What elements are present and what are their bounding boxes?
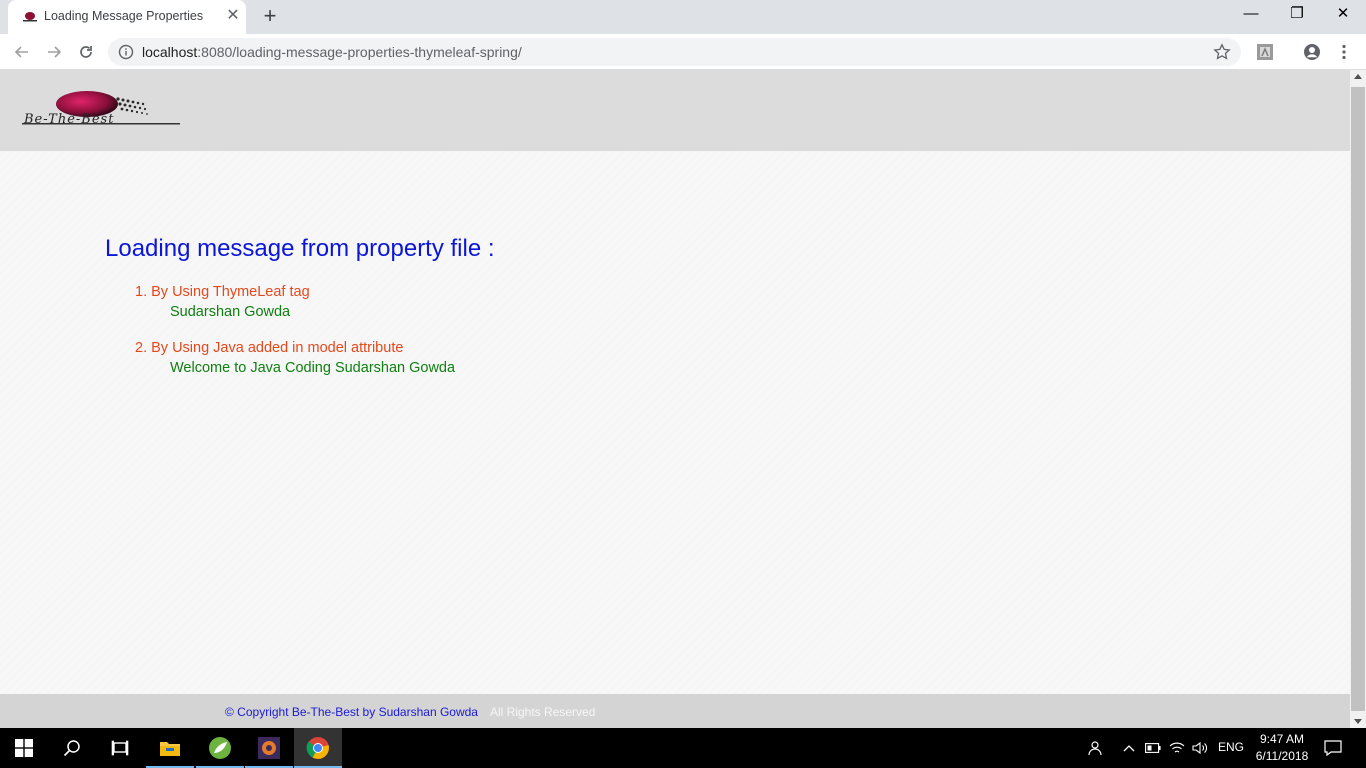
main-content: Loading message from property file : 1. …	[105, 233, 905, 394]
menu-dots-icon	[1342, 44, 1346, 60]
message-list: 1. By Using ThymeLeaf tag Sudarshan Gowd…	[135, 282, 905, 379]
tab-close-icon[interactable]: ✕	[224, 7, 242, 25]
volume-button[interactable]	[1190, 738, 1210, 758]
info-icon[interactable]	[118, 44, 134, 60]
network-button[interactable]	[1167, 738, 1187, 758]
windows-taskbar: ENG 9:47 AM 6/11/2018	[0, 728, 1366, 768]
item-value: Welcome to Java Coding Sudarshan Gowda	[170, 360, 456, 376]
extension-button[interactable]	[1255, 42, 1275, 62]
battery-icon	[1145, 743, 1161, 753]
windows-start-icon	[15, 739, 33, 757]
back-button[interactable]	[8, 38, 36, 66]
tab-title: Loading Message Properties	[44, 9, 204, 23]
file-explorer-icon	[160, 742, 180, 756]
taskbar-spring-tool[interactable]	[196, 728, 244, 768]
rights-text: All Rights Reserved	[490, 705, 596, 719]
chevron-up-icon	[1123, 745, 1135, 752]
address-bar[interactable]: localhost:8080/loading-message-propertie…	[108, 38, 1241, 66]
taskbar-file-explorer[interactable]	[146, 728, 194, 768]
scroll-down-arrow-icon[interactable]	[1354, 719, 1362, 724]
start-button[interactable]	[0, 728, 48, 768]
system-clock[interactable]: 9:47 AM 6/11/2018	[1250, 731, 1314, 765]
wifi-icon	[1169, 742, 1185, 753]
notification-icon	[1324, 740, 1342, 756]
clock-date: 6/11/2018	[1255, 749, 1309, 763]
url-host: localhost	[142, 44, 198, 60]
clock-time: 9:47 AM	[1259, 732, 1305, 746]
scroll-thumb[interactable]	[1351, 87, 1365, 711]
list-item: 1. By Using ThymeLeaf tag Sudarshan Gowd…	[135, 282, 905, 323]
logo-text: Be-The-Best	[24, 112, 115, 127]
account-button[interactable]	[1302, 42, 1322, 62]
menu-button[interactable]	[1334, 42, 1354, 62]
star-icon[interactable]	[1213, 43, 1231, 61]
show-hidden-icons-button[interactable]	[1119, 738, 1139, 758]
forward-arrow-icon	[48, 46, 62, 58]
extension-icon	[1257, 44, 1273, 60]
url-text[interactable]: localhost:8080/loading-message-propertie…	[142, 44, 522, 60]
list-item: 2. By Using Java added in model attribut…	[135, 338, 905, 379]
reload-button[interactable]	[72, 38, 100, 66]
people-icon	[1088, 741, 1102, 756]
browser-toolbar: localhost:8080/loading-message-propertie…	[0, 34, 1366, 70]
site-logo[interactable]: Be-The-Best	[22, 90, 184, 130]
item-value: Sudarshan Gowda	[170, 304, 291, 320]
app-icon	[258, 737, 280, 759]
minimize-button[interactable]: —	[1228, 0, 1274, 30]
page-title: Loading message from property file :	[105, 235, 495, 262]
task-view-icon	[111, 740, 129, 756]
item-label: 1. By Using ThymeLeaf tag	[135, 284, 310, 300]
back-arrow-icon	[14, 46, 28, 58]
action-center-button[interactable]	[1323, 738, 1343, 758]
taskbar-chrome[interactable]	[294, 728, 342, 768]
browser-tab[interactable]: Loading Message Properties ✕	[8, 0, 246, 34]
language-indicator[interactable]: ENG	[1218, 740, 1244, 754]
reload-icon	[80, 46, 92, 58]
chrome-icon	[306, 737, 329, 759]
new-tab-button[interactable]: +	[258, 5, 282, 29]
page-viewport: Be-The-Best Loading message from propert…	[0, 70, 1350, 728]
spring-tool-icon	[209, 737, 231, 759]
close-window-button[interactable]: ✕	[1320, 0, 1366, 30]
restore-button[interactable]: ❐	[1274, 0, 1320, 30]
scroll-up-arrow-icon[interactable]	[1354, 74, 1362, 79]
people-button[interactable]	[1084, 738, 1104, 758]
search-icon	[63, 740, 80, 757]
site-footer: © Copyright Be-The-Best by Sudarshan Gow…	[0, 694, 1350, 728]
tab-strip: Loading Message Properties ✕ + — ❐ ✕	[0, 0, 1366, 34]
task-view-button[interactable]	[96, 728, 144, 768]
copyright-text: © Copyright Be-The-Best by Sudarshan Gow…	[225, 705, 478, 719]
item-label: 2. By Using Java added in model attribut…	[135, 340, 404, 356]
search-button[interactable]	[48, 728, 96, 768]
taskbar-app[interactable]	[245, 728, 293, 768]
site-header: Be-The-Best	[0, 70, 1350, 151]
battery-button[interactable]	[1143, 738, 1163, 758]
url-path: :8080/loading-message-properties-thymele…	[197, 44, 522, 60]
forward-button[interactable]	[40, 38, 68, 66]
volume-icon	[1192, 741, 1207, 755]
account-icon	[1304, 44, 1320, 60]
favicon-icon	[23, 12, 37, 22]
page-scrollbar[interactable]	[1350, 70, 1366, 728]
